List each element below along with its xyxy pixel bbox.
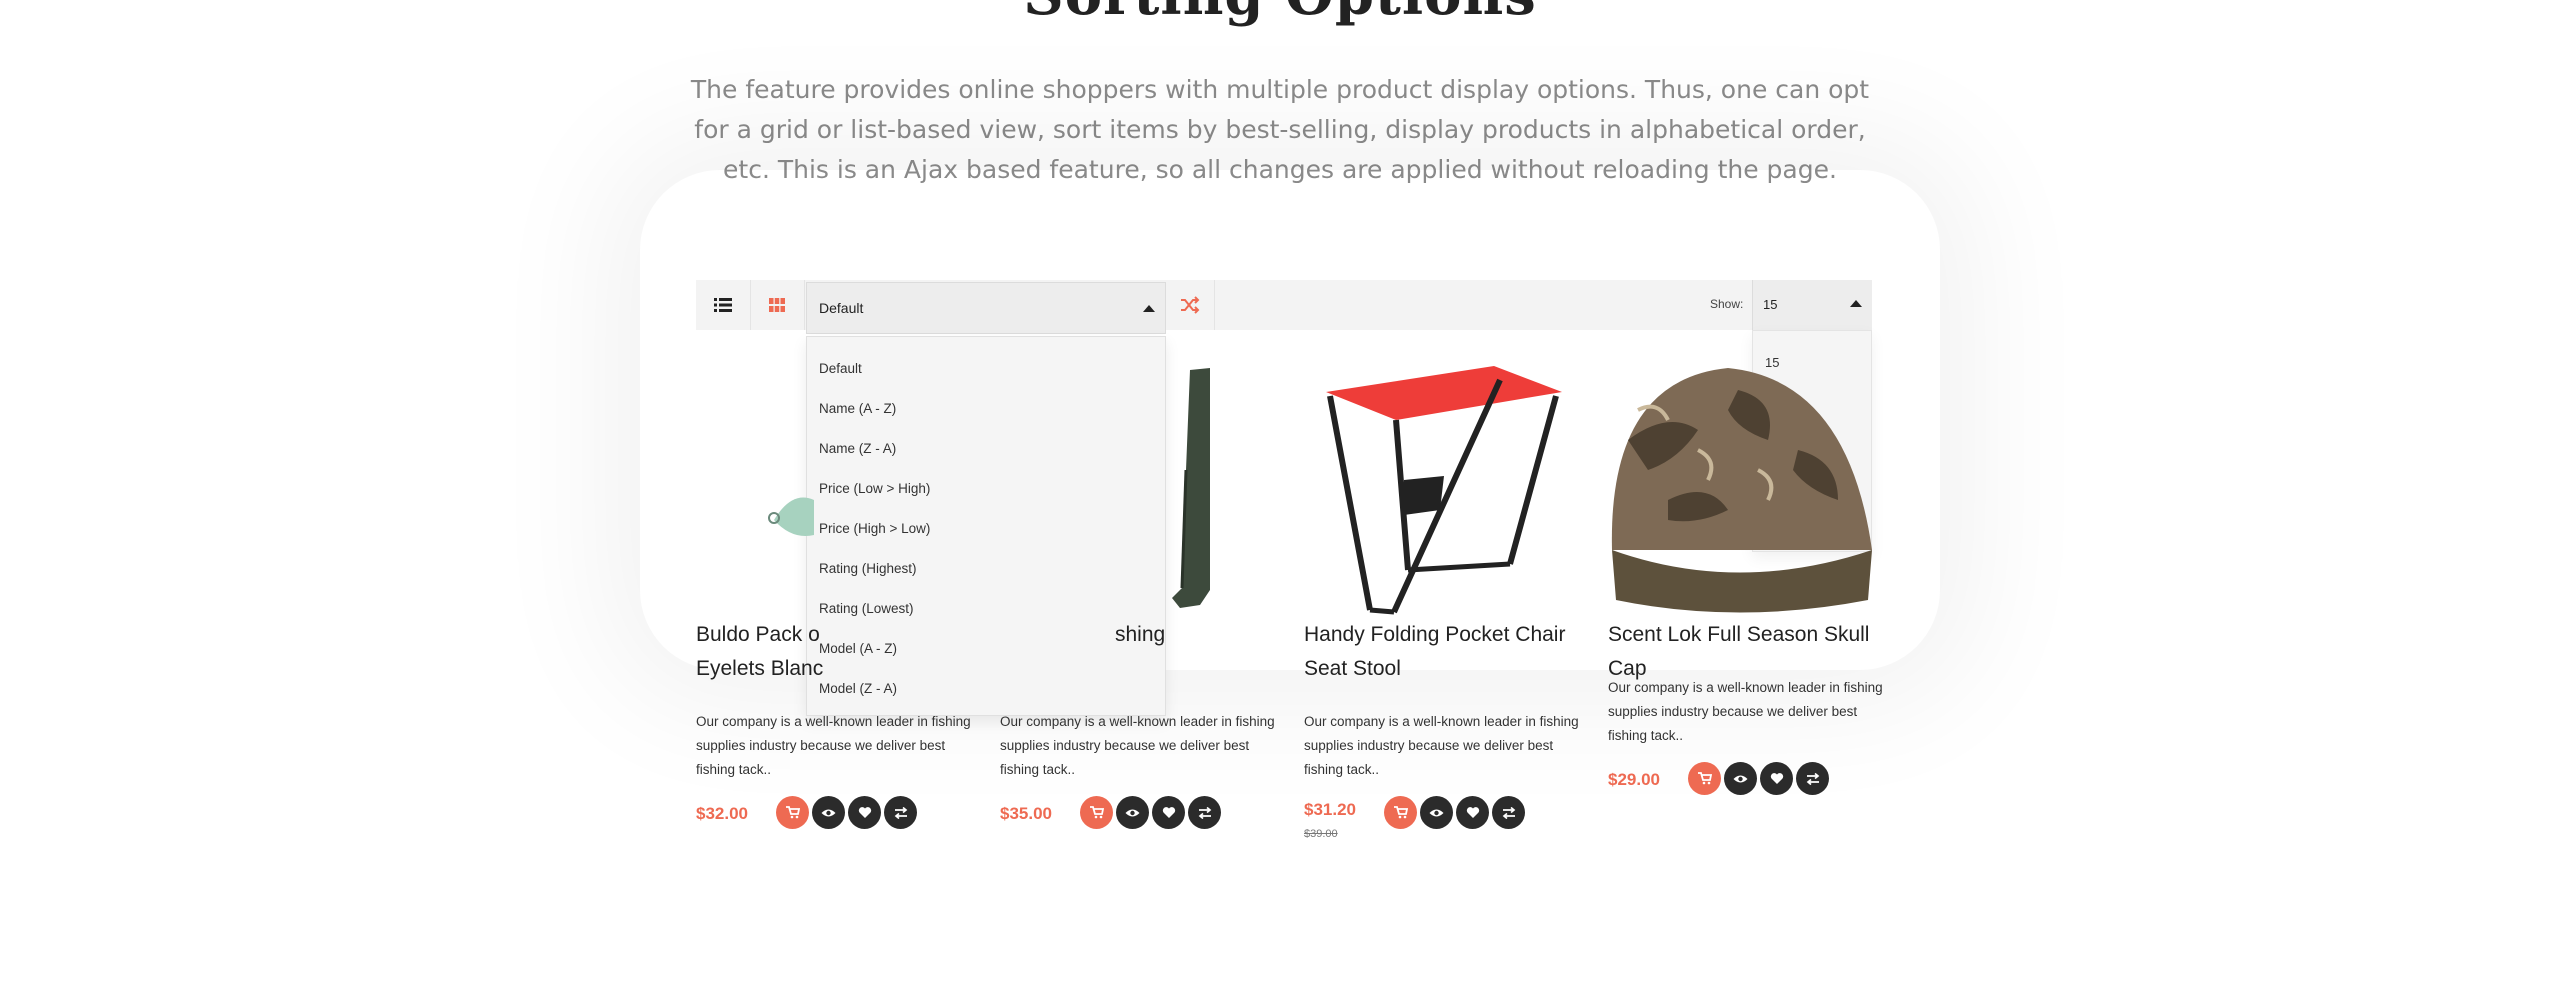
wishlist-button[interactable] [848,796,881,829]
product-price: $29.00 [1608,770,1660,789]
caret-up-icon [1143,305,1155,312]
product-image[interactable] [1608,350,1888,620]
product-description: Our company is a well-known leader in fi… [1304,714,1579,777]
compare-button[interactable] [884,796,917,829]
product-old-price: $39.00 [1304,828,1338,840]
compare-icon [1198,806,1211,819]
wishlist-button[interactable] [1456,796,1489,829]
quick-view-button[interactable] [1116,796,1149,829]
compare-icon [1806,772,1819,785]
heart-icon [1162,807,1175,818]
heart-icon [1770,773,1783,784]
compare-button[interactable] [1796,762,1829,795]
caret-up-icon [1850,300,1862,307]
product-description: Our company is a well-known leader in fi… [1608,680,1883,743]
product-image[interactable] [1304,350,1584,620]
add-to-cart-button[interactable] [776,796,809,829]
shuffle-button[interactable] [1166,280,1215,330]
product-actions [1688,762,1829,795]
eye-icon [1429,809,1444,816]
cart-icon [1697,772,1712,785]
grid-view-button[interactable] [750,280,805,330]
cart-icon [1089,806,1104,819]
heart-icon [1466,807,1479,818]
eye-icon [1125,809,1140,816]
show-label: Show: [1710,297,1744,311]
quick-view-button[interactable] [1420,796,1453,829]
product-actions [776,796,917,829]
product-name[interactable]: Buldo Pack o Eyelets Blanc [696,618,976,686]
product-name[interactable]: shing [1000,618,1280,652]
list-view-button[interactable] [696,280,751,330]
section-title: Sorting Options [0,0,2560,28]
compare-button[interactable] [1492,796,1525,829]
sort-selected-value: Default [819,300,864,316]
cart-icon [1393,806,1408,819]
quick-view-button[interactable] [812,796,845,829]
quick-view-button[interactable] [1724,762,1757,795]
product-actions [1384,796,1525,829]
wishlist-button[interactable] [1760,762,1793,795]
product-price: $35.00 [1000,804,1052,823]
add-to-cart-button[interactable] [1688,762,1721,795]
eye-icon [821,809,836,816]
compare-icon [1502,806,1515,819]
product-actions [1080,796,1221,829]
product-price: $32.00 [696,804,748,823]
add-to-cart-button[interactable] [1080,796,1113,829]
show-selected-value: 15 [1763,297,1778,312]
list-icon [714,298,732,312]
eye-icon [1733,775,1748,782]
heart-icon [858,807,871,818]
compare-button[interactable] [1188,796,1221,829]
cart-icon [785,806,800,819]
show-count-select[interactable]: 15 [1752,280,1872,330]
product-description: Our company is a well-known leader in fi… [1000,714,1275,777]
sort-select[interactable]: Default [806,282,1166,334]
compare-icon [894,806,907,819]
product-image[interactable] [1000,350,1280,620]
product-description: Our company is a well-known leader in fi… [696,714,971,777]
wishlist-button[interactable] [1152,796,1185,829]
grid-icon [769,298,785,312]
product-price: $31.20 [1304,800,1356,819]
shuffle-icon [1181,296,1200,314]
add-to-cart-button[interactable] [1384,796,1417,829]
product-image[interactable] [696,350,976,620]
product-name[interactable]: Handy Folding Pocket Chair Seat Stool [1304,618,1584,686]
